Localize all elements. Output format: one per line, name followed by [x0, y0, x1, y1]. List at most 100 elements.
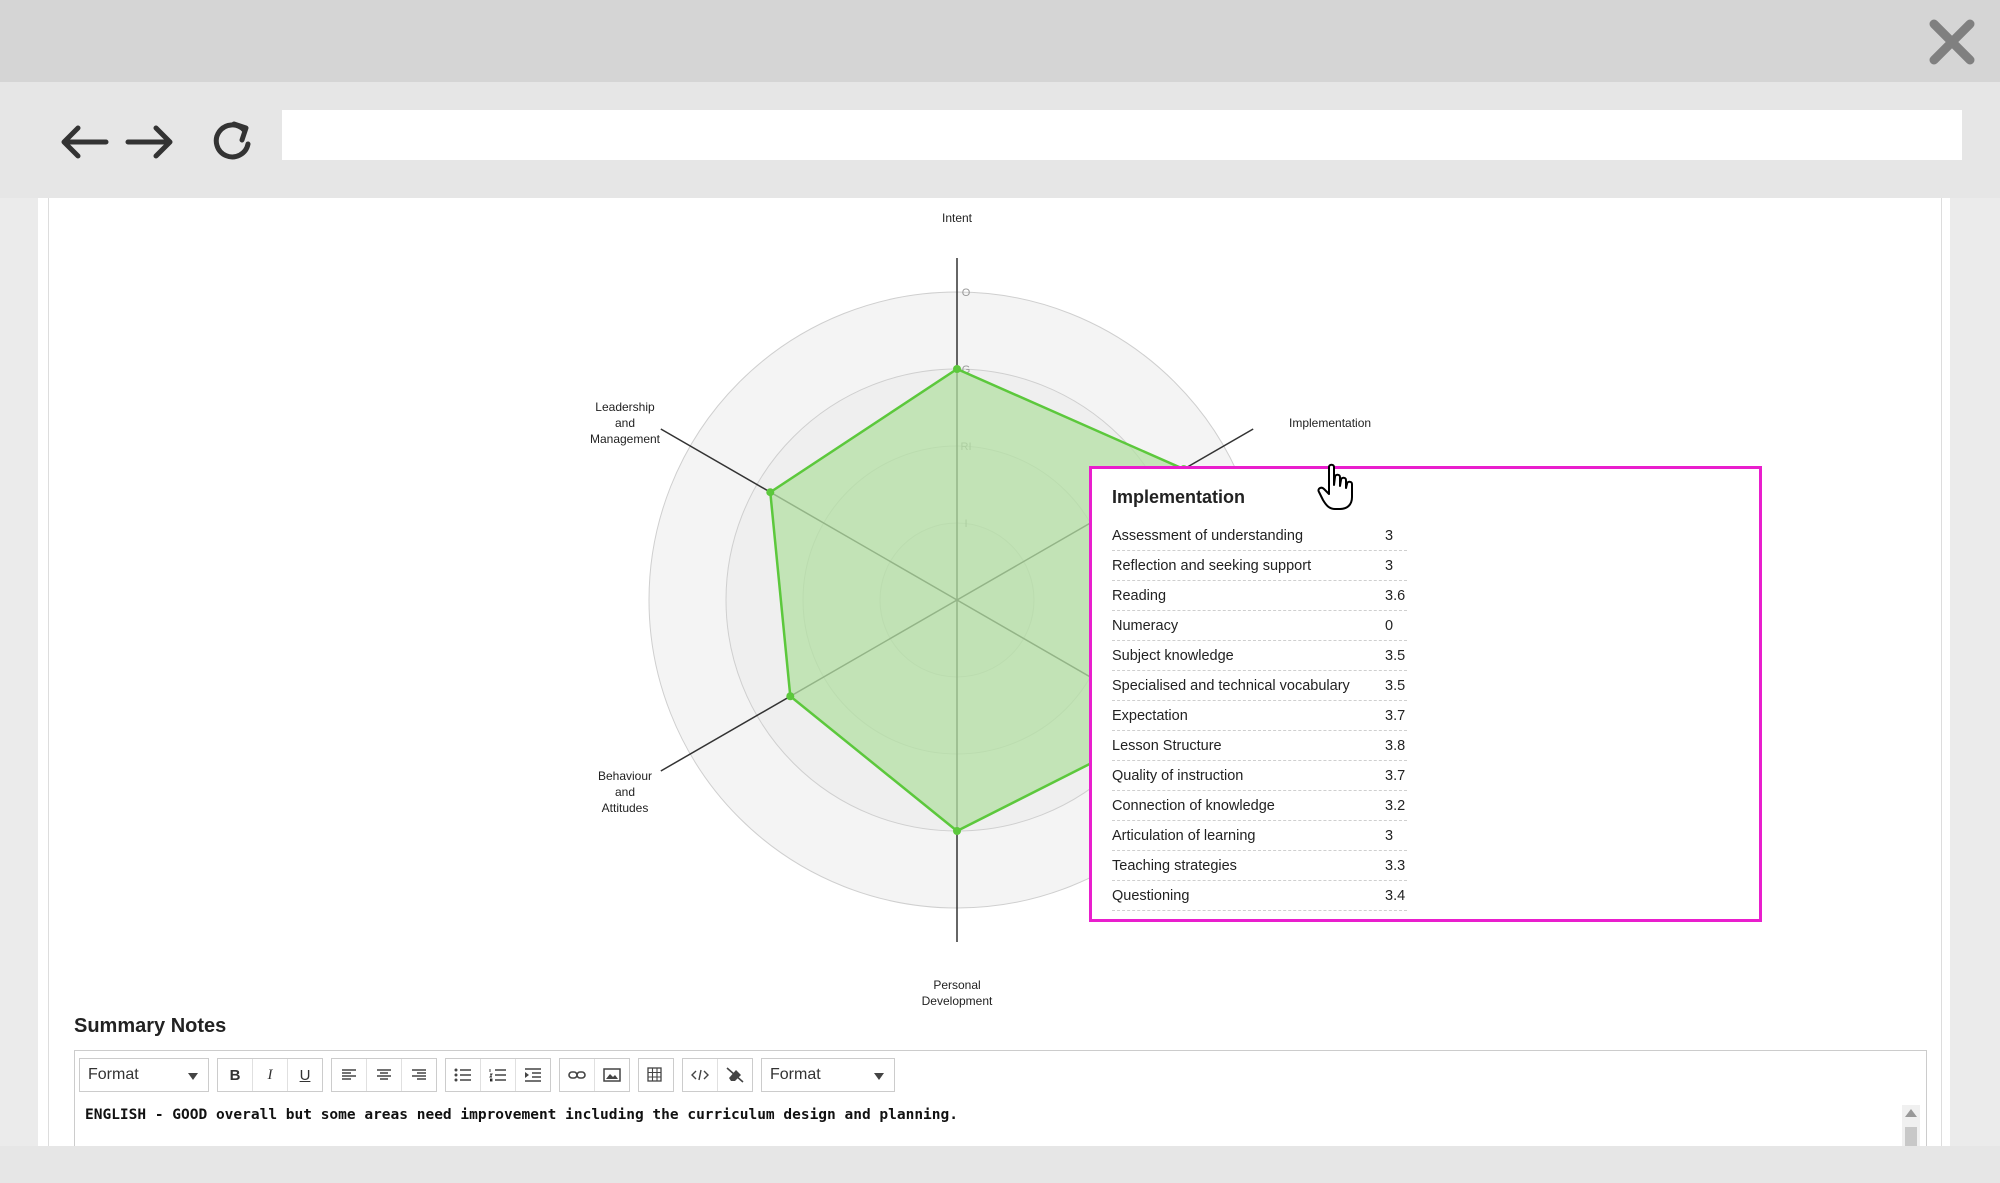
tooltip-row-name: Articulation of learning — [1112, 827, 1256, 844]
tooltip-row: Teaching strategies 3.3 — [1112, 851, 1407, 881]
numbered-list-icon — [489, 1069, 506, 1082]
arrow-left-icon[interactable] — [56, 114, 112, 170]
bullet-list-icon — [454, 1068, 471, 1082]
bold-button[interactable]: B — [218, 1059, 253, 1091]
radar-axis-label: Management — [590, 432, 661, 446]
align-left-button[interactable] — [332, 1059, 367, 1091]
tooltip-row: Subject knowledge 3.5 — [1112, 641, 1407, 671]
page-content: IRIGOIntentImplementationPersonalDevelop… — [38, 198, 1950, 1146]
clear-format-button[interactable] — [718, 1059, 752, 1091]
tooltip-row-value: 3.5 — [1385, 647, 1406, 664]
tooltip-row-name: Expectation — [1112, 707, 1188, 724]
window-bottom-frame — [0, 1146, 2000, 1183]
radar-axis-label: Intent — [942, 211, 973, 225]
tooltip-row: Questioning 3.4 — [1112, 881, 1407, 911]
align-center-icon — [377, 1069, 391, 1080]
tooltip-row: Numeracy 0 — [1112, 611, 1407, 641]
radar-axis-label: Development — [922, 994, 993, 1008]
radar-point — [786, 692, 795, 701]
scroll-up-icon[interactable] — [1905, 1109, 1917, 1117]
numbered-list-button[interactable] — [481, 1059, 516, 1091]
bullet-list-button[interactable] — [446, 1059, 481, 1091]
tooltip-row-value: 3.6 — [1385, 587, 1406, 604]
tooltip-row-name: Assessment of understanding — [1112, 527, 1304, 544]
alignment-group — [331, 1058, 437, 1092]
indent-button[interactable] — [516, 1059, 550, 1091]
tooltip-row-name: Numeracy — [1112, 617, 1179, 634]
table-icon — [647, 1067, 662, 1082]
tooltip-row-value: 3 — [1385, 827, 1394, 844]
table-button[interactable] — [639, 1059, 673, 1091]
chevron-down-icon — [188, 1073, 198, 1080]
tooltip-row-name: Teaching strategies — [1112, 857, 1237, 874]
tooltip-row: Reflection and seeking support 3 — [1112, 551, 1407, 581]
radar-axis-label: Personal — [933, 978, 980, 992]
link-icon — [568, 1071, 586, 1079]
radar-axis-label: Leadership — [595, 400, 655, 414]
radar-axis-label: and — [615, 416, 635, 430]
format-select-label: Format — [770, 1066, 821, 1083]
tooltip-row-name: Reflection and seeking support — [1112, 557, 1312, 574]
radar-axis-label: Attitudes — [602, 801, 649, 815]
tooltip-row: Connection of knowledge 3.2 — [1112, 791, 1407, 821]
arrow-right-icon[interactable] — [122, 114, 178, 170]
table-group — [638, 1058, 674, 1092]
tooltip-row-value: 3.7 — [1385, 707, 1406, 724]
align-right-icon — [412, 1069, 426, 1080]
chevron-down-icon — [874, 1073, 884, 1080]
browser-nav-bar — [0, 82, 2000, 198]
tooltip-row-value: 3.7 — [1385, 767, 1406, 784]
hand-cursor-icon — [1317, 463, 1353, 510]
italic-button[interactable]: I — [253, 1059, 288, 1091]
radar-axis-label: Implementation — [1289, 416, 1371, 430]
window-title-bar — [0, 0, 2000, 82]
radar-axis-label: Behaviour — [598, 769, 652, 783]
rich-text-editor[interactable]: Format B I U Format ENGLISH - GOOD overa… — [74, 1050, 1927, 1152]
source-code-button[interactable] — [683, 1059, 718, 1091]
align-left-icon — [342, 1069, 356, 1080]
align-center-button[interactable] — [367, 1059, 402, 1091]
image-icon — [603, 1068, 621, 1082]
tooltip-row-value: 3 — [1385, 557, 1394, 574]
tooltip-row: Quality of instruction 3.7 — [1112, 761, 1407, 791]
chart-tooltip: Implementation Assessment of understandi… — [1089, 466, 1762, 922]
tooltip-row-value: 3 — [1385, 527, 1394, 544]
tooltip-row-value: 3.2 — [1385, 797, 1406, 814]
list-group — [445, 1058, 551, 1092]
tooltip-row-name: Questioning — [1112, 887, 1190, 904]
align-right-button[interactable] — [402, 1059, 436, 1091]
insert-group — [559, 1058, 630, 1092]
radar-point — [953, 365, 961, 373]
tooltip-rows: Assessment of understanding 3 Reflection a… — [1112, 521, 1739, 911]
radar-ring-label: O — [962, 287, 971, 299]
format-select-1[interactable]: Format — [79, 1058, 209, 1092]
reload-icon[interactable] — [204, 114, 260, 170]
image-button[interactable] — [595, 1059, 629, 1091]
tooltip-title: Implementation — [1112, 487, 1246, 507]
editor-content-text[interactable]: ENGLISH - GOOD overall but some areas ne… — [85, 1107, 958, 1123]
source-group — [682, 1058, 753, 1092]
tooltip-row-value: 3.5 — [1385, 677, 1406, 694]
address-bar[interactable] — [282, 110, 1962, 160]
link-button[interactable] — [560, 1059, 595, 1091]
close-icon[interactable] — [1924, 14, 1980, 70]
editor-toolbar: Format B I U Format — [79, 1057, 895, 1093]
radar-point — [766, 488, 775, 497]
tooltip-row: Assessment of understanding 3 — [1112, 521, 1407, 551]
format-select-2[interactable]: Format — [761, 1058, 895, 1092]
format-select-label: Format — [88, 1066, 139, 1083]
code-icon — [691, 1069, 709, 1081]
tooltip-row-name: Connection of knowledge — [1112, 797, 1275, 814]
radar-axis-label: and — [615, 785, 635, 799]
tooltip-row: Articulation of learning 3 — [1112, 821, 1407, 851]
tooltip-row: Expectation 3.7 — [1112, 701, 1407, 731]
tooltip-row: Reading 3.6 — [1112, 581, 1407, 611]
tooltip-row-value: 3.3 — [1385, 857, 1406, 874]
tooltip-row-name: Quality of instruction — [1112, 767, 1244, 784]
underline-button[interactable]: U — [288, 1059, 322, 1091]
tooltip-row: Lesson Structure 3.8 — [1112, 731, 1407, 761]
tooltip-row-name: Lesson Structure — [1112, 737, 1222, 754]
tooltip-row-name: Specialised and technical vocabulary — [1112, 677, 1350, 694]
tooltip-row: Specialised and technical vocabulary 3.5 — [1112, 671, 1407, 701]
editor-scrollbar[interactable] — [1902, 1105, 1920, 1151]
